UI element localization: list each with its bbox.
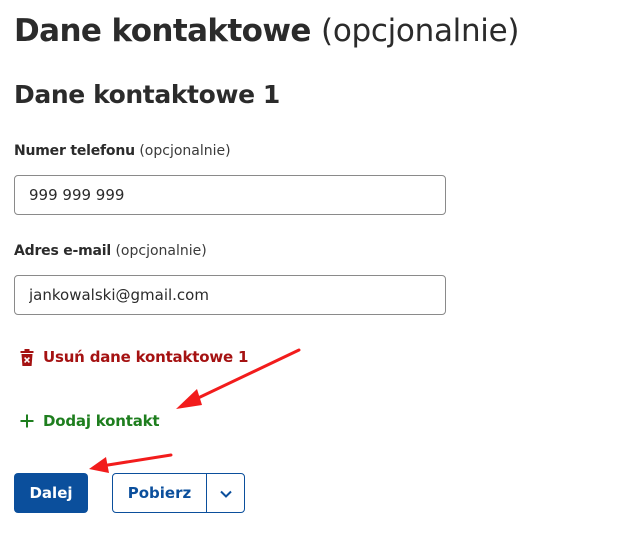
phone-input[interactable] <box>14 175 446 215</box>
page-title-text: Dane kontaktowe <box>14 13 311 49</box>
download-button[interactable]: Pobierz <box>113 474 206 512</box>
phone-label-text: Numer telefonu <box>14 143 135 159</box>
email-label-text: Adres e-mail <box>14 243 112 259</box>
page-title: Dane kontaktowe (opcjonalnie) <box>14 9 519 53</box>
plus-icon <box>20 414 34 428</box>
phone-label: Numer telefonu (opcjonalnie) <box>14 141 231 161</box>
add-contact-label: Dodaj kontakt <box>43 412 160 430</box>
next-button[interactable]: Dalej <box>14 473 88 513</box>
phone-label-optional: (opcjonalnie) <box>139 143 231 159</box>
section-title: Dane kontaktowe 1 <box>14 80 280 109</box>
arrow-to-next-button <box>89 453 173 473</box>
download-dropdown-toggle[interactable] <box>206 474 244 512</box>
email-input[interactable] <box>14 275 446 315</box>
chevron-down-icon <box>219 486 232 501</box>
download-split-button: Pobierz <box>112 473 245 513</box>
page-title-optional: (opcjonalnie) <box>321 13 520 49</box>
add-contact-button[interactable]: Dodaj kontakt <box>20 412 160 430</box>
email-label: Adres e-mail (opcjonalnie) <box>14 241 207 261</box>
trash-icon <box>20 348 34 366</box>
remove-contact-label: Usuń dane kontaktowe 1 <box>43 348 249 366</box>
remove-contact-button[interactable]: Usuń dane kontaktowe 1 <box>20 348 248 366</box>
email-label-optional: (opcjonalnie) <box>115 243 207 259</box>
